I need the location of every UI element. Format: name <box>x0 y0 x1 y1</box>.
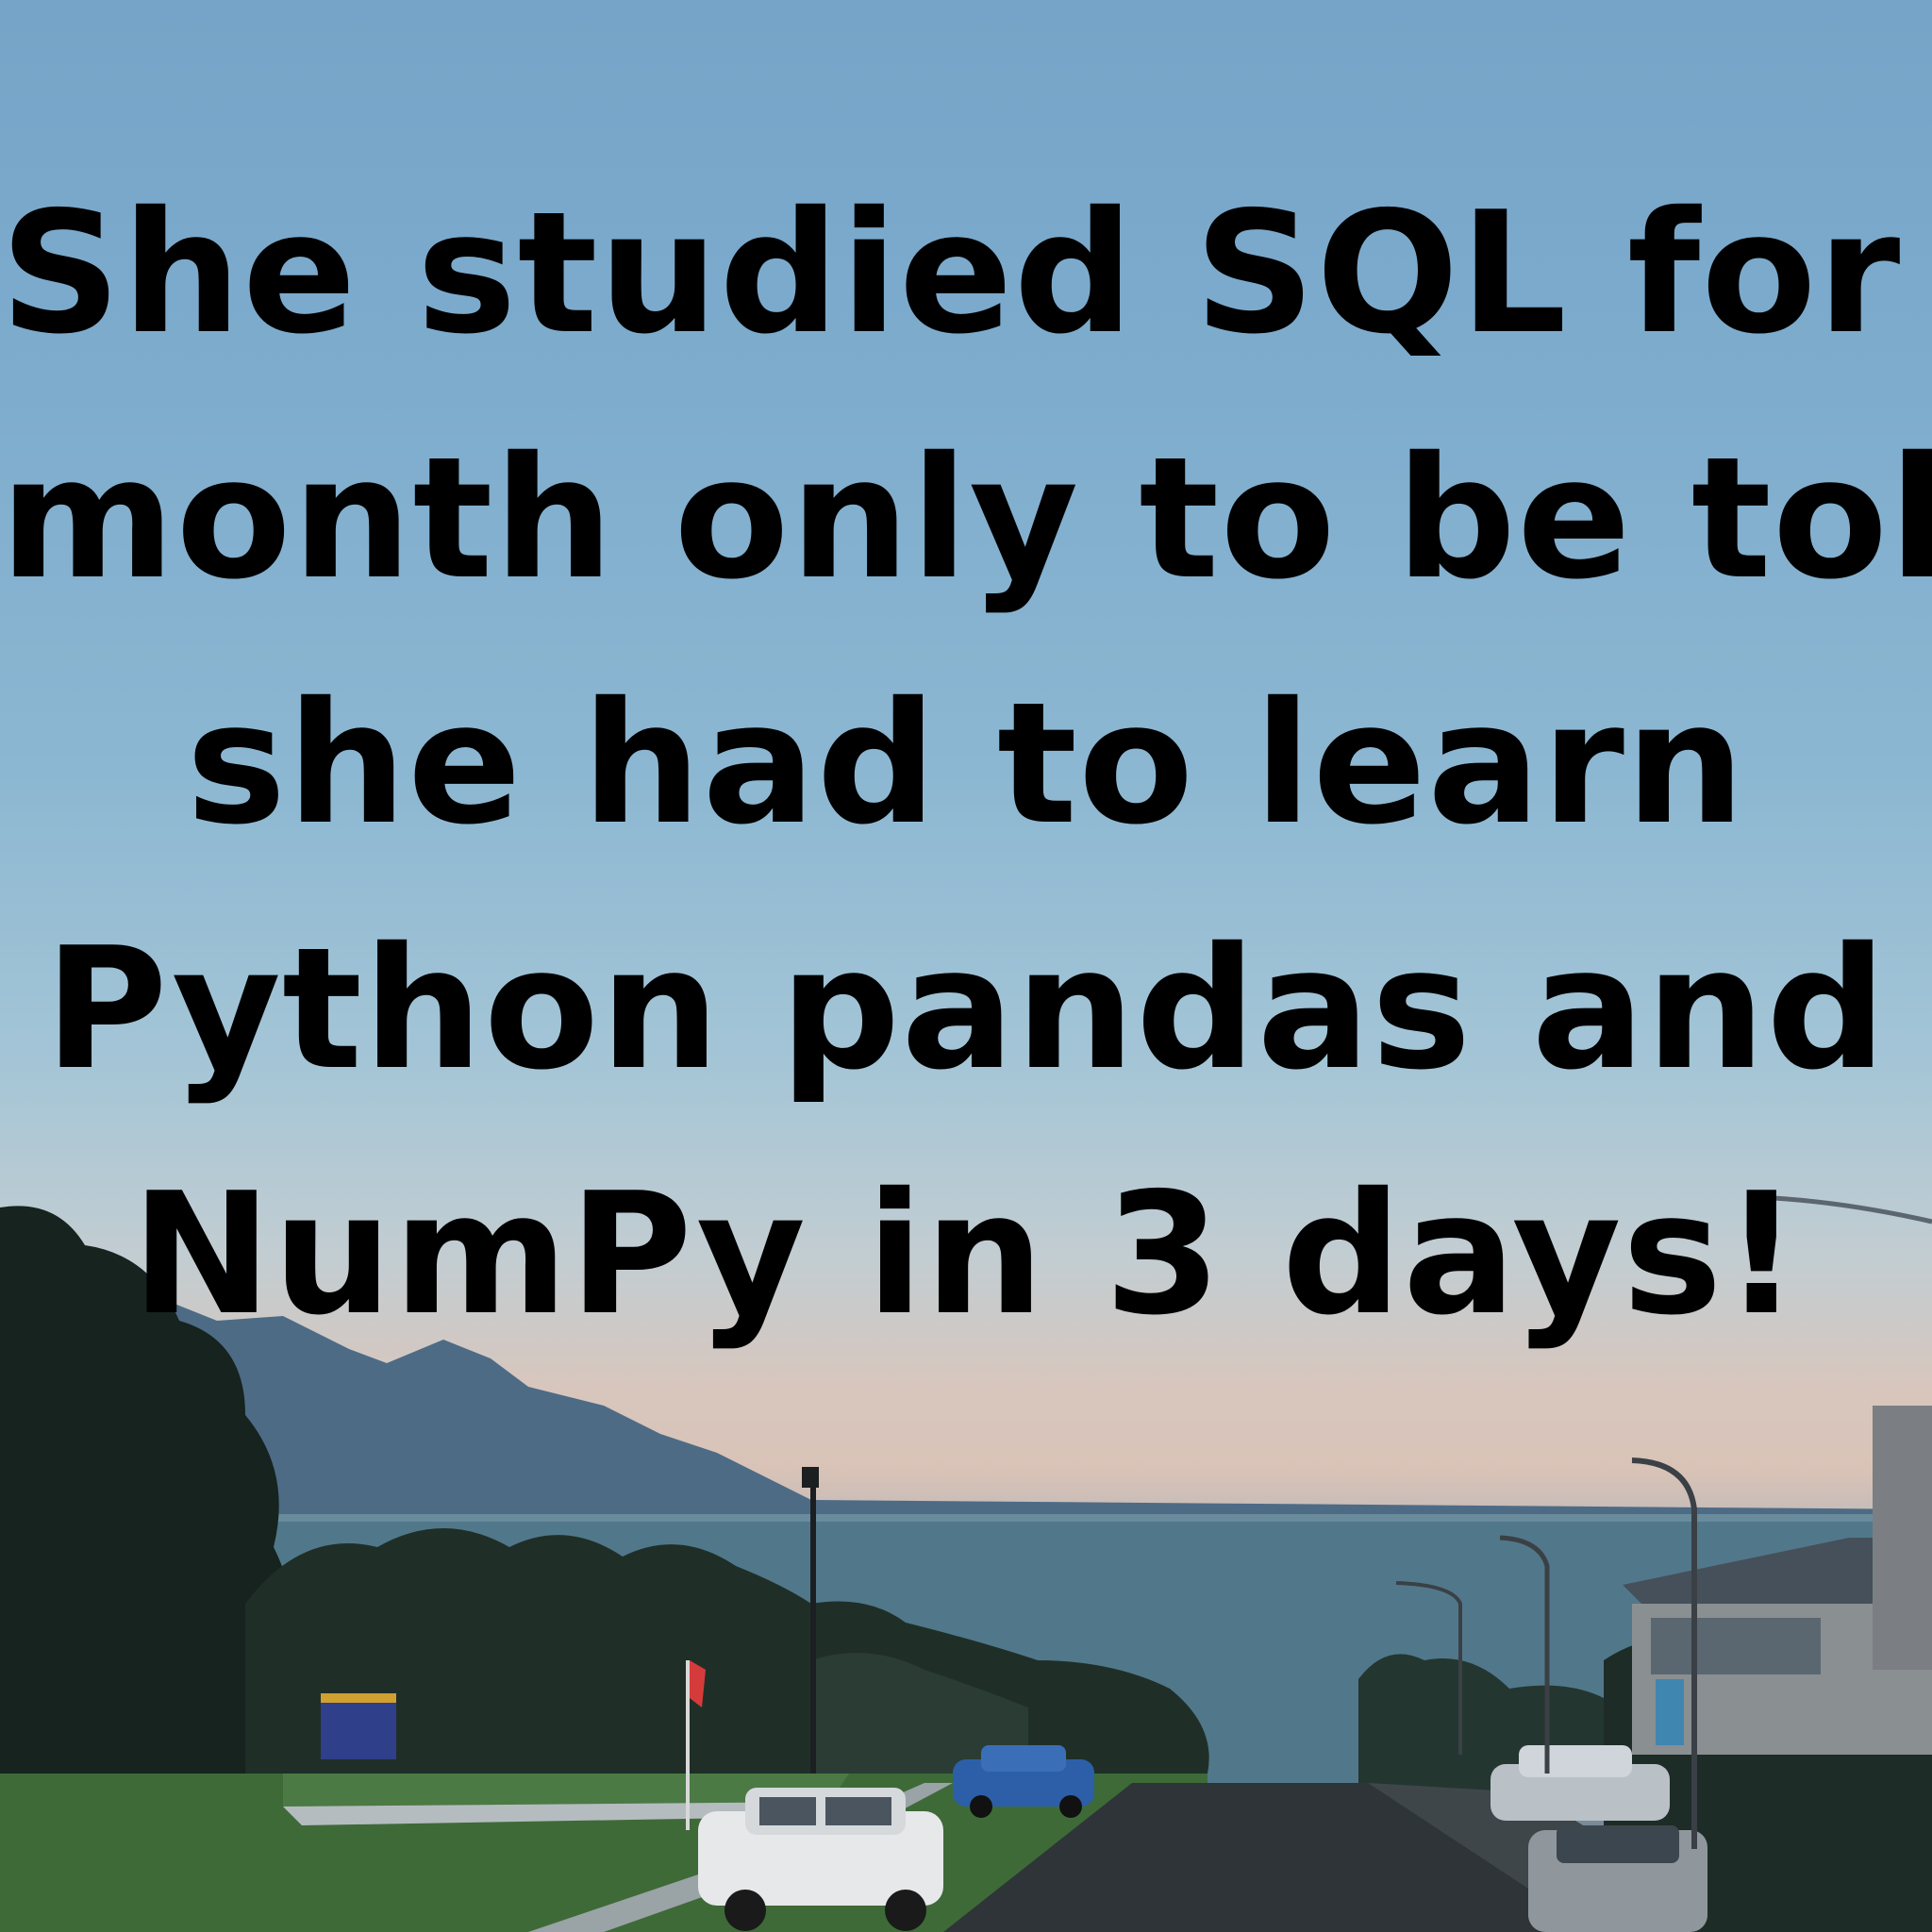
playground <box>321 1693 396 1759</box>
caption-line-2: month only to be told <box>0 421 1932 616</box>
light-pole-center <box>810 1472 816 1774</box>
caption-line-3: she had to learn <box>186 666 1746 861</box>
tower <box>1873 1406 1932 1670</box>
meme-caption: She studied SQL for a month only to be t… <box>0 151 1932 1377</box>
flag-pole <box>686 1660 690 1830</box>
caption-line-1: She studied SQL for a <box>0 175 1932 371</box>
meme-image: She studied SQL for a month only to be t… <box>0 0 1932 1932</box>
caption-line-5: NumPy in 3 days! <box>131 1157 1801 1352</box>
caption-line-4: Python pandas and <box>44 911 1888 1107</box>
sign <box>1656 1679 1684 1745</box>
